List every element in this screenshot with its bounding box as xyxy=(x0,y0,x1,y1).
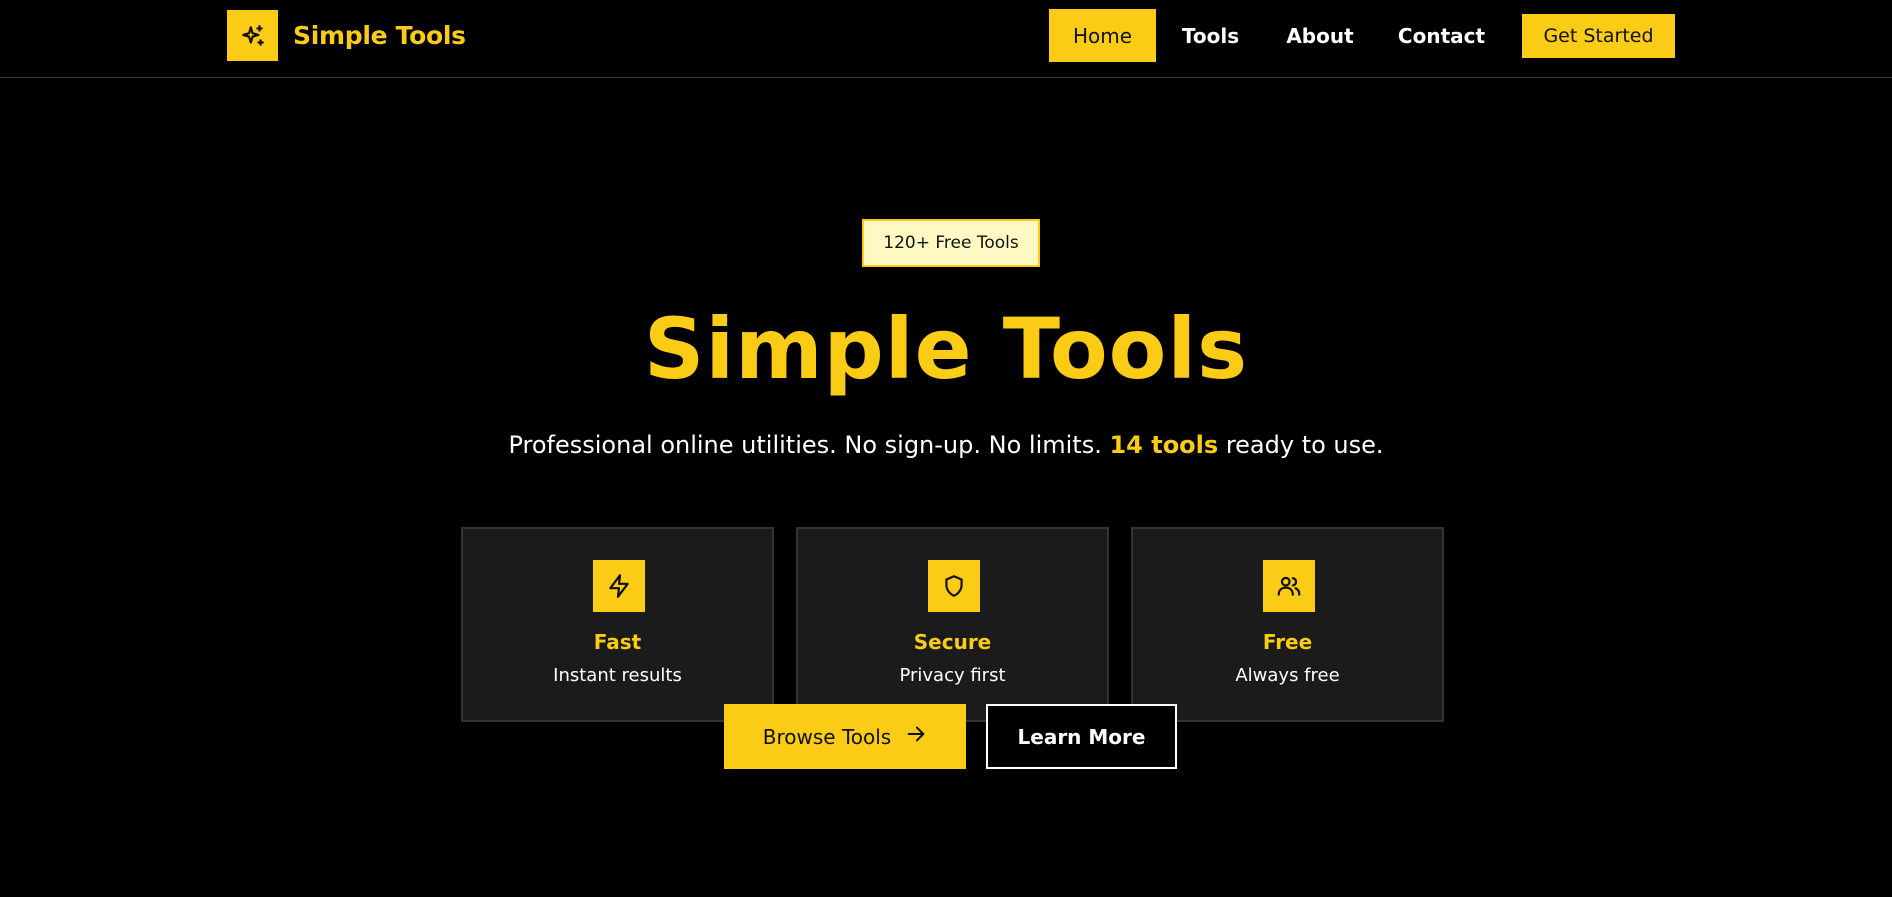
nav-tools[interactable]: Tools xyxy=(1156,9,1265,62)
brand-name: Simple Tools xyxy=(293,21,466,50)
nav-about[interactable]: About xyxy=(1265,9,1375,62)
browse-tools-button[interactable]: Browse Tools xyxy=(724,704,966,769)
hero-subtitle: Professional online utilities. No sign-u… xyxy=(0,431,1892,459)
navbar: Simple Tools Home Tools About Contact Ge… xyxy=(0,0,1892,78)
feature-title: Free xyxy=(1262,630,1313,654)
feature-description: Always free xyxy=(1235,665,1340,686)
subtitle-highlight: 14 tools xyxy=(1109,431,1219,459)
main-nav: Home Tools About Contact xyxy=(1049,9,1508,62)
subtitle-text-start: Professional online utilities. No sign-u… xyxy=(508,431,1102,459)
sparkles-icon xyxy=(227,10,278,61)
learn-more-button[interactable]: Learn More xyxy=(986,704,1177,769)
feature-card-fast: Fast Instant results xyxy=(461,527,774,722)
feature-cards: Fast Instant results Secure Privacy firs… xyxy=(461,527,1444,722)
feature-description: Instant results xyxy=(553,665,682,686)
lightning-icon xyxy=(593,560,645,612)
feature-card-free: Free Always free xyxy=(1131,527,1444,722)
arrow-right-icon xyxy=(905,723,927,750)
feature-title: Fast xyxy=(593,630,642,654)
nav-home[interactable]: Home xyxy=(1049,9,1156,62)
tools-count-badge: 120+ Free Tools xyxy=(862,219,1040,267)
feature-card-secure: Secure Privacy first xyxy=(796,527,1109,722)
browse-tools-label: Browse Tools xyxy=(762,724,892,749)
feature-description: Privacy first xyxy=(899,665,1006,686)
users-icon xyxy=(1263,560,1315,612)
feature-title: Secure xyxy=(913,630,992,654)
shield-icon xyxy=(928,560,980,612)
subtitle-text-end: ready to use. xyxy=(1225,431,1384,459)
get-started-button[interactable]: Get Started xyxy=(1522,14,1675,58)
brand-logo-link[interactable]: Simple Tools xyxy=(227,10,466,61)
nav-contact[interactable]: Contact xyxy=(1375,9,1508,62)
hero-title: Simple Tools xyxy=(643,300,1249,398)
